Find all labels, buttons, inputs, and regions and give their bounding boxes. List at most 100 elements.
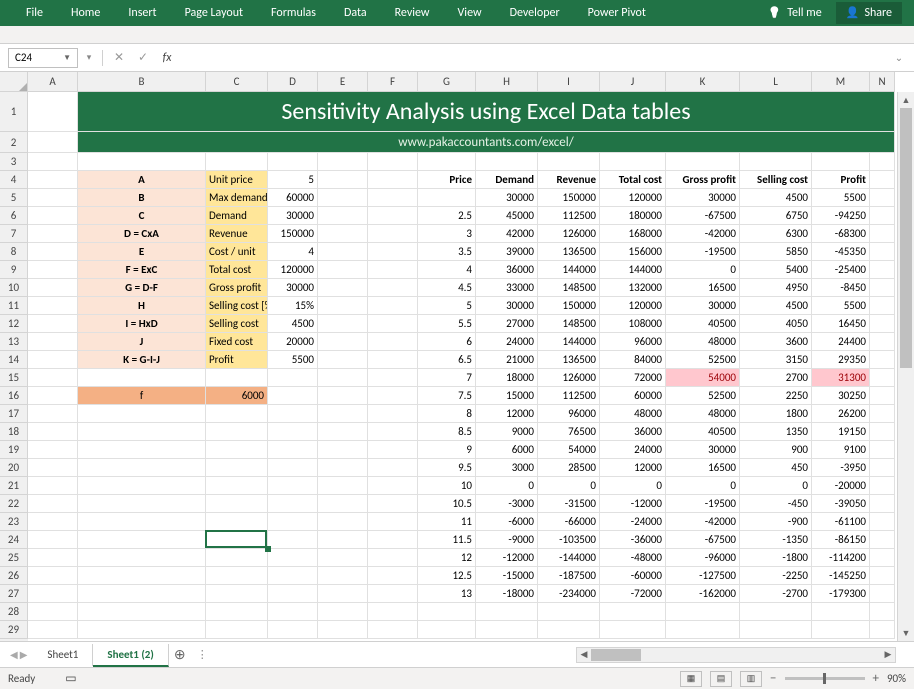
- param-key-14[interactable]: K = G-I-J: [78, 351, 206, 369]
- data-L23[interactable]: -900: [740, 513, 812, 531]
- data-L7[interactable]: 6300: [740, 225, 812, 243]
- data-K10[interactable]: 16500: [666, 279, 740, 297]
- expand-formula-bar[interactable]: ⌄: [892, 51, 906, 64]
- cell-F25[interactable]: [368, 549, 418, 567]
- cell-D3[interactable]: [268, 153, 318, 171]
- cell-N19[interactable]: [870, 441, 895, 459]
- row-header-16[interactable]: 16: [0, 387, 28, 405]
- ribbon-tab-view[interactable]: View: [444, 1, 496, 25]
- data-M17[interactable]: 26200: [812, 405, 870, 423]
- param-key-13[interactable]: J: [78, 333, 206, 351]
- data-H17[interactable]: 12000: [476, 405, 538, 423]
- data-J22[interactable]: -12000: [600, 495, 666, 513]
- cancel-formula-button[interactable]: ✕: [109, 50, 129, 65]
- data-I23[interactable]: -66000: [538, 513, 600, 531]
- data-I6[interactable]: 112500: [538, 207, 600, 225]
- cell-A5[interactable]: [28, 189, 78, 207]
- cell-N7[interactable]: [870, 225, 895, 243]
- col-header-D[interactable]: D: [268, 72, 318, 92]
- cell-C15[interactable]: [206, 369, 268, 387]
- sheet-nav-prev[interactable]: ◀: [10, 648, 18, 661]
- data-L19[interactable]: 900: [740, 441, 812, 459]
- cell-A9[interactable]: [28, 261, 78, 279]
- row-header-10[interactable]: 10: [0, 279, 28, 297]
- cell-E15[interactable]: [318, 369, 368, 387]
- param-value-9[interactable]: 120000: [268, 261, 318, 279]
- table-header-K[interactable]: Gross profit: [666, 171, 740, 189]
- cell-N10[interactable]: [870, 279, 895, 297]
- data-H18[interactable]: 9000: [476, 423, 538, 441]
- cell-A1[interactable]: [28, 92, 78, 132]
- data-K22[interactable]: -19500: [666, 495, 740, 513]
- data-I17[interactable]: 96000: [538, 405, 600, 423]
- col-header-I[interactable]: I: [538, 72, 600, 92]
- data-M24[interactable]: -86150: [812, 531, 870, 549]
- cell-H28[interactable]: [476, 603, 538, 621]
- cell-A10[interactable]: [28, 279, 78, 297]
- cell-K28[interactable]: [666, 603, 740, 621]
- data-J26[interactable]: -60000: [600, 567, 666, 585]
- data-L16[interactable]: 2250: [740, 387, 812, 405]
- param-value-11[interactable]: 15%: [268, 297, 318, 315]
- cell-F13[interactable]: [368, 333, 418, 351]
- cell-N21[interactable]: [870, 477, 895, 495]
- col-header-F[interactable]: F: [368, 72, 418, 92]
- param-key-6[interactable]: C: [78, 207, 206, 225]
- horizontal-scrollbar[interactable]: ◀ ▶: [576, 647, 896, 663]
- col-header-H[interactable]: H: [476, 72, 538, 92]
- cell-E21[interactable]: [318, 477, 368, 495]
- data-J13[interactable]: 96000: [600, 333, 666, 351]
- param-value-5[interactable]: 60000: [268, 189, 318, 207]
- cell-C18[interactable]: [206, 423, 268, 441]
- data-I27[interactable]: -234000: [538, 585, 600, 603]
- cell-G3[interactable]: [418, 153, 476, 171]
- data-K15[interactable]: 54000: [666, 369, 740, 387]
- cell-N4[interactable]: [870, 171, 895, 189]
- data-M9[interactable]: -25400: [812, 261, 870, 279]
- data-G8[interactable]: 3.5: [418, 243, 476, 261]
- cell-F28[interactable]: [368, 603, 418, 621]
- data-L15[interactable]: 2700: [740, 369, 812, 387]
- cell-N29[interactable]: [870, 621, 895, 639]
- tell-me-search[interactable]: Tell me: [758, 2, 832, 24]
- data-H23[interactable]: -6000: [476, 513, 538, 531]
- cell-E5[interactable]: [318, 189, 368, 207]
- row-header-20[interactable]: 20: [0, 459, 28, 477]
- data-G7[interactable]: 3: [418, 225, 476, 243]
- data-J27[interactable]: -72000: [600, 585, 666, 603]
- normal-view-button[interactable]: ▦: [680, 671, 702, 687]
- cell-F22[interactable]: [368, 495, 418, 513]
- sheet-nav-next[interactable]: ▶: [20, 648, 28, 661]
- cell-F7[interactable]: [368, 225, 418, 243]
- data-K12[interactable]: 40500: [666, 315, 740, 333]
- data-M19[interactable]: 9100: [812, 441, 870, 459]
- row-header-28[interactable]: 28: [0, 603, 28, 621]
- data-G16[interactable]: 7.5: [418, 387, 476, 405]
- cell-A14[interactable]: [28, 351, 78, 369]
- data-M21[interactable]: -20000: [812, 477, 870, 495]
- cell-N15[interactable]: [870, 369, 895, 387]
- data-J9[interactable]: 144000: [600, 261, 666, 279]
- data-H22[interactable]: -3000: [476, 495, 538, 513]
- ribbon-tab-formulas[interactable]: Formulas: [257, 1, 330, 25]
- cell-D24[interactable]: [268, 531, 318, 549]
- data-M22[interactable]: -39050: [812, 495, 870, 513]
- data-L12[interactable]: 4050: [740, 315, 812, 333]
- data-M6[interactable]: -94250: [812, 207, 870, 225]
- cell-E23[interactable]: [318, 513, 368, 531]
- param-value-14[interactable]: 5500: [268, 351, 318, 369]
- cell-A24[interactable]: [28, 531, 78, 549]
- cell-J3[interactable]: [600, 153, 666, 171]
- data-G12[interactable]: 5.5: [418, 315, 476, 333]
- cell-D26[interactable]: [268, 567, 318, 585]
- data-L11[interactable]: 4500: [740, 297, 812, 315]
- col-header-J[interactable]: J: [600, 72, 666, 92]
- cell-N17[interactable]: [870, 405, 895, 423]
- cell-F14[interactable]: [368, 351, 418, 369]
- data-M8[interactable]: -45350: [812, 243, 870, 261]
- zoom-out-button[interactable]: −: [770, 671, 776, 686]
- data-G21[interactable]: 10: [418, 477, 476, 495]
- row-header-1[interactable]: 1: [0, 92, 28, 132]
- data-J20[interactable]: 12000: [600, 459, 666, 477]
- cell-D19[interactable]: [268, 441, 318, 459]
